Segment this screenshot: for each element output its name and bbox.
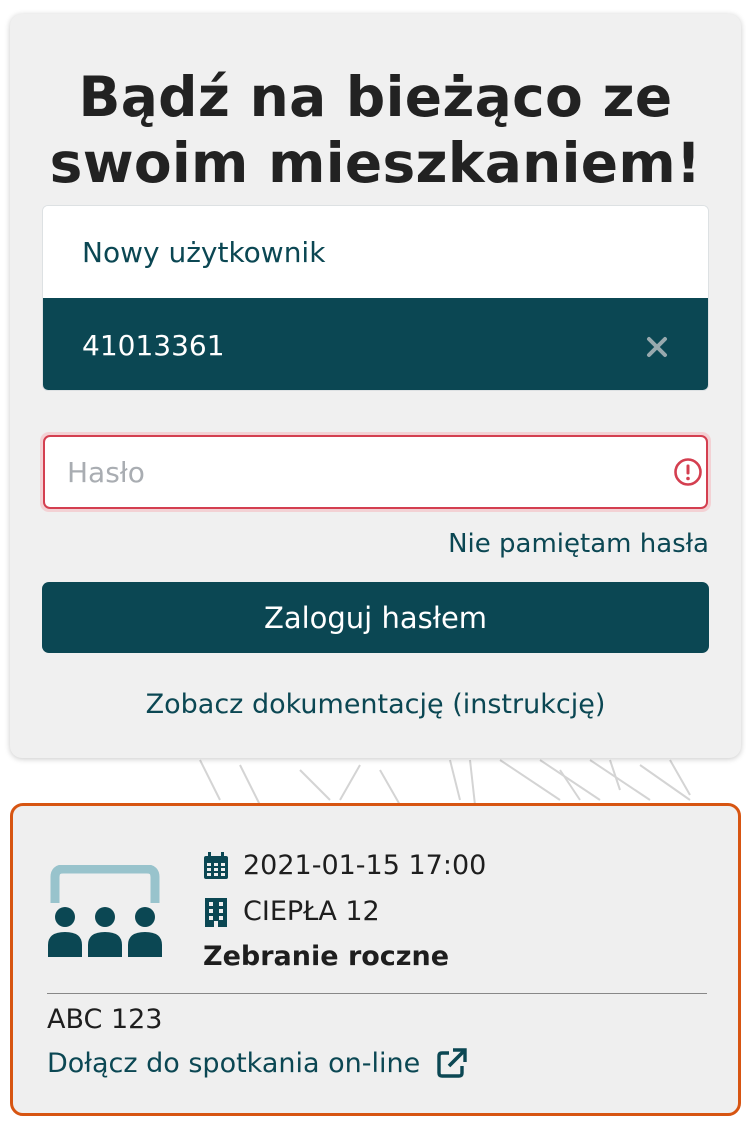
title-line-2: swoim mieszkaniem! [49, 131, 702, 195]
close-icon[interactable] [646, 336, 668, 358]
meeting-divider [47, 993, 707, 994]
meeting-building-row: CIEPŁA 12 [203, 896, 380, 927]
new-user-label: Nowy użytkownik [82, 236, 326, 269]
meeting-date: 2021-01-15 17:00 [243, 850, 487, 881]
external-link-icon [437, 1048, 467, 1078]
meeting-title: Zebranie roczne [203, 941, 450, 972]
meeting-card: 2021-01-15 17:00 CIEPŁA 12 Zebranie rocz… [10, 803, 741, 1116]
forgot-password-link[interactable]: Nie pamiętam hasła [448, 529, 709, 559]
building-icon [205, 897, 227, 927]
exclamation-circle-icon [674, 458, 702, 486]
user-list: Nowy użytkownik 41013361 [42, 205, 709, 391]
documentation-link[interactable]: Zobacz dokumentację (instrukcję) [10, 689, 741, 720]
join-meeting-label: Dołącz do spotkania on-line [47, 1047, 421, 1079]
join-meeting-link[interactable]: Dołącz do spotkania on-line [47, 1047, 468, 1079]
new-user-item[interactable]: Nowy użytkownik [43, 206, 708, 299]
login-card: Bądź na bieżąco ze swoim mieszkaniem! No… [10, 14, 741, 758]
meeting-room-icon [48, 865, 162, 957]
meeting-code: ABC 123 [47, 1004, 163, 1035]
meeting-building: CIEPŁA 12 [243, 896, 380, 927]
password-field-wrapper [40, 432, 711, 512]
password-input[interactable] [43, 435, 708, 509]
meeting-date-row: 2021-01-15 17:00 [203, 850, 486, 881]
selected-user-label: 41013361 [82, 328, 225, 362]
selected-user-item[interactable]: 41013361 [43, 298, 708, 390]
calendar-icon [204, 851, 228, 879]
page-title: Bądź na bieżąco ze swoim mieszkaniem! [10, 64, 741, 196]
login-with-password-button[interactable]: Zaloguj hasłem [42, 582, 709, 653]
title-line-1: Bądź na bieżąco ze [78, 65, 673, 129]
